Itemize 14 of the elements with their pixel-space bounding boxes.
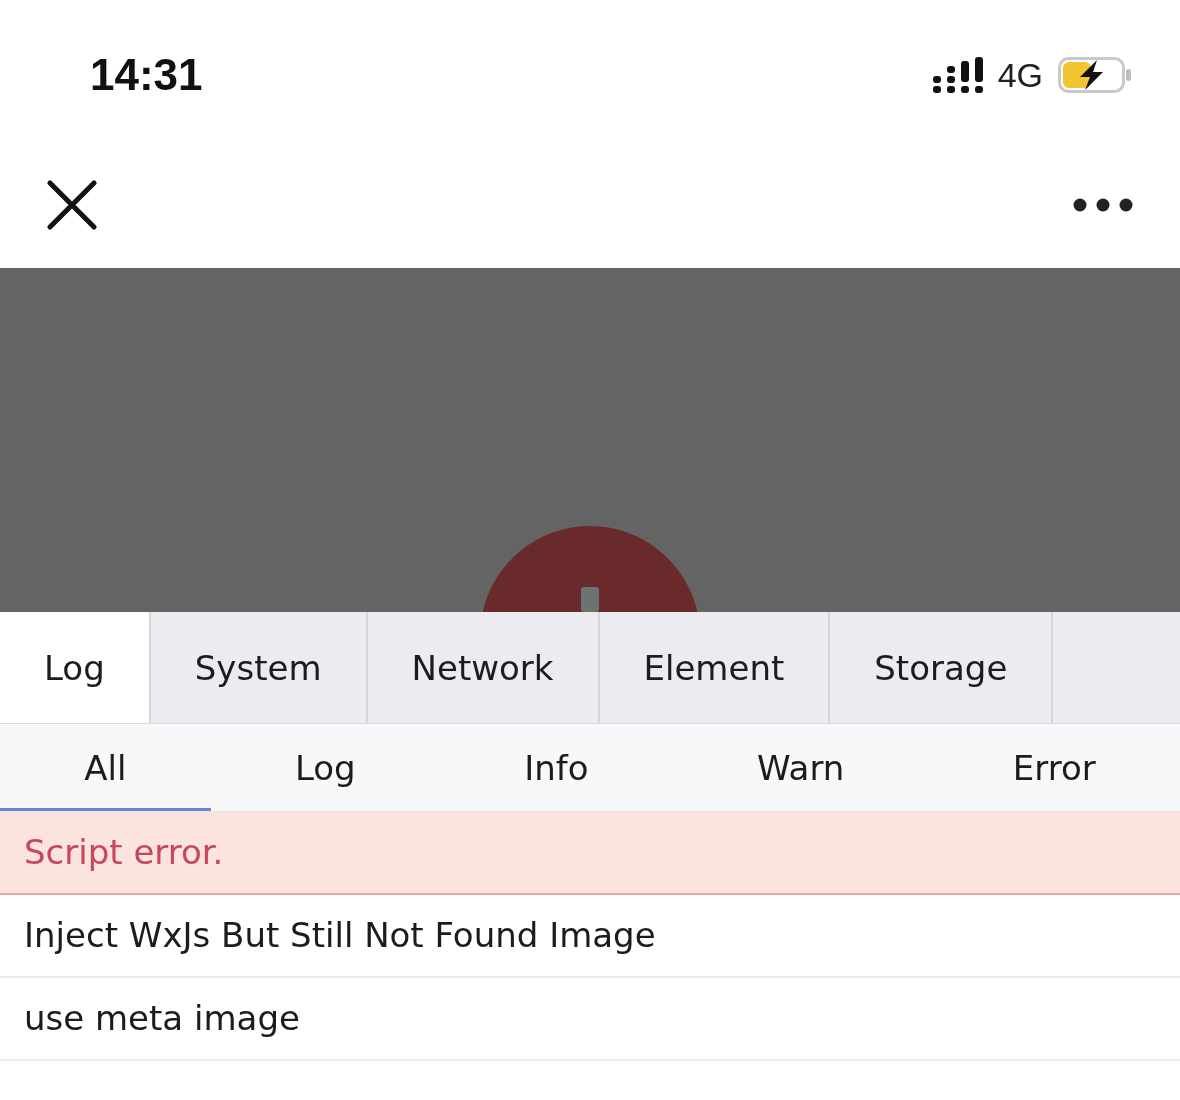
status-time: 14:31 [90, 53, 203, 97]
log-message: Inject WxJs But Still Not Found Image [24, 915, 656, 956]
log-message: Script error. [24, 832, 224, 873]
filter-tab[interactable]: Log [210, 724, 440, 811]
filter-tab[interactable]: Info [439, 724, 673, 811]
close-icon[interactable] [47, 180, 97, 230]
tab[interactable]: Log [0, 612, 151, 723]
network-type: 4G [997, 58, 1043, 92]
log-message: use meta image [24, 998, 300, 1039]
signal-icon [932, 57, 983, 93]
more-icon[interactable] [1073, 198, 1133, 212]
filter-tab[interactable]: Warn [672, 724, 929, 811]
battery-charging-icon [1058, 57, 1133, 93]
filter-tab[interactable]: Error [928, 724, 1180, 811]
